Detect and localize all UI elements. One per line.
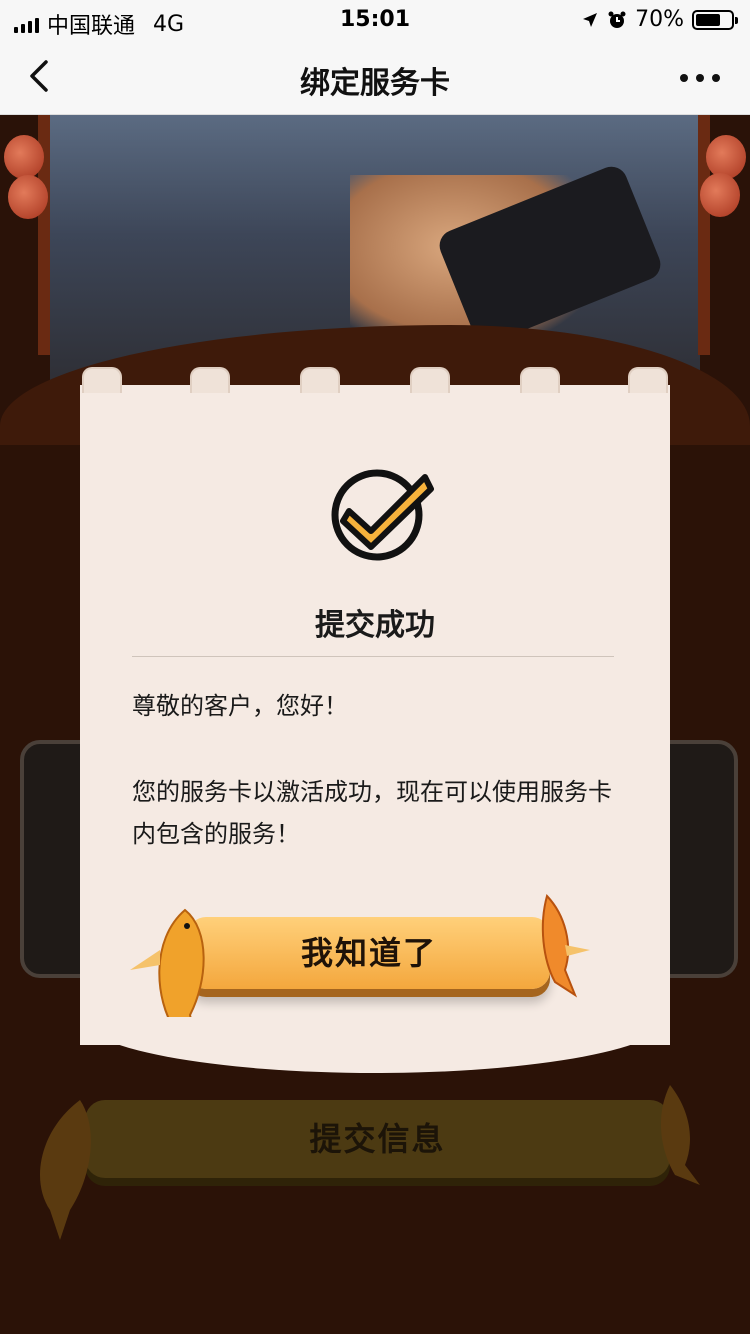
alarm-clock-icon [608,11,626,28]
confirm-button[interactable]: 我知道了 [188,917,550,989]
greeting-text: 尊敬的客户，您好！ [132,692,348,720]
koi-fish-icon [660,1085,700,1185]
dialog-title: 提交成功 [315,608,435,643]
status-bar: 中国联通 4G 15:01 70% [0,0,750,40]
dialog-divider [132,656,614,657]
battery-icon [692,9,738,30]
submit-info-button: 提交信息 [85,1100,670,1178]
koi-fish-icon [541,894,590,998]
more-horizontal-icon[interactable] [680,74,720,82]
koi-fish-icon [40,1100,91,1240]
lantern-icon [4,135,44,179]
battery-percent: 70% [635,7,684,32]
page-title: 绑定服务卡 [300,66,450,101]
nav-bar: 绑定服务卡 [0,40,750,115]
check-circle-icon [331,469,434,561]
success-dialog: 提交成功 尊敬的客户，您好！ 您的服务卡以激活成功，现在可以使用服务卡内包含的服… [80,367,670,1073]
dialog-top-tabs [80,367,670,393]
lantern-icon [706,135,746,179]
lantern-icon [700,173,740,217]
location-arrow-icon [583,12,598,27]
lantern-icon [8,175,48,219]
message-text: 您的服务卡以激活成功，现在可以使用服务卡内包含的服务！ [132,778,612,848]
status-right: 70% [581,7,738,32]
